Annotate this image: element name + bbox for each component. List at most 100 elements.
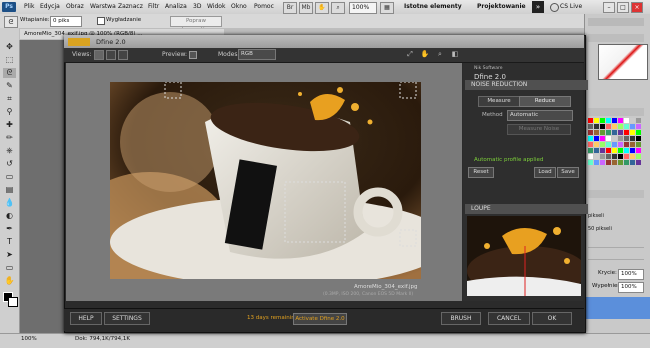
- color-swatch[interactable]: [624, 118, 629, 123]
- color-swatch[interactable]: [618, 136, 623, 141]
- color-swatch[interactable]: [636, 136, 641, 141]
- color-swatch[interactable]: [588, 130, 593, 135]
- workspace-more-button[interactable]: »: [532, 1, 544, 13]
- reset-button[interactable]: Reset: [468, 167, 494, 178]
- color-swatch[interactable]: [630, 130, 635, 135]
- color-swatch[interactable]: [636, 124, 641, 129]
- color-swatch[interactable]: [630, 124, 635, 129]
- preview-photo[interactable]: [110, 82, 421, 279]
- color-swatch[interactable]: [624, 124, 629, 129]
- maximize-icon[interactable]: □: [617, 2, 629, 13]
- refine-edge-button[interactable]: Popraw krawędź...: [170, 16, 222, 33]
- menu-layer[interactable]: Warstwa: [90, 3, 116, 10]
- load-button[interactable]: Load: [534, 167, 556, 178]
- close-icon[interactable]: ×: [631, 2, 643, 13]
- move-tool-icon[interactable]: ✥: [3, 42, 16, 52]
- type-tool-icon[interactable]: T: [3, 237, 16, 247]
- eraser-tool-icon[interactable]: ▭: [3, 172, 16, 182]
- color-swatch[interactable]: [630, 142, 635, 147]
- menu-3d[interactable]: 3D: [193, 3, 201, 10]
- color-swatch[interactable]: [612, 142, 617, 147]
- bridge-icon[interactable]: Br: [283, 2, 297, 14]
- help-button[interactable]: HELP: [70, 312, 102, 325]
- menu-help[interactable]: Pomoc: [254, 3, 274, 10]
- loupe-view[interactable]: [467, 216, 581, 296]
- color-swatch[interactable]: [618, 130, 623, 135]
- color-swatch[interactable]: [630, 154, 635, 159]
- color-swatch[interactable]: [600, 136, 605, 141]
- save-button[interactable]: Save: [557, 167, 579, 178]
- brush-button[interactable]: BRUSH: [441, 312, 481, 325]
- color-swatch[interactable]: [612, 130, 617, 135]
- selected-layer-row[interactable]: [584, 297, 650, 319]
- color-swatch[interactable]: [636, 160, 641, 165]
- color-swatch[interactable]: [588, 124, 593, 129]
- split-view-icon[interactable]: [106, 50, 116, 60]
- color-swatch[interactable]: [606, 142, 611, 147]
- modes-select[interactable]: RGB: [238, 49, 276, 60]
- path-select-tool-icon[interactable]: ➤: [3, 250, 16, 260]
- cancel-button[interactable]: CANCEL: [488, 312, 530, 325]
- lasso-preset-icon[interactable]: ᘓ: [4, 16, 18, 28]
- single-view-icon[interactable]: [94, 50, 104, 60]
- color-swatch[interactable]: [612, 136, 617, 141]
- color-swatch[interactable]: [588, 118, 593, 123]
- color-swatch[interactable]: [606, 130, 611, 135]
- color-swatch[interactable]: [606, 124, 611, 129]
- history-brush-tool-icon[interactable]: ↺: [3, 159, 16, 169]
- color-swatch[interactable]: [624, 154, 629, 159]
- menu-image[interactable]: Obraz: [66, 3, 84, 10]
- color-swatch[interactable]: [624, 160, 629, 165]
- color-swatch[interactable]: [624, 148, 629, 153]
- color-swatch[interactable]: [594, 124, 599, 129]
- side-by-side-view-icon[interactable]: [118, 50, 128, 60]
- color-swatch[interactable]: [636, 130, 641, 135]
- color-swatch[interactable]: [600, 130, 605, 135]
- color-swatch[interactable]: [600, 142, 605, 147]
- color-swatch[interactable]: [624, 130, 629, 135]
- zoom-select[interactable]: 100%: [349, 2, 377, 14]
- menu-file[interactable]: Plik: [24, 3, 34, 10]
- color-swatch[interactable]: [624, 136, 629, 141]
- color-swatch[interactable]: [588, 148, 593, 153]
- menu-select[interactable]: Zaznacz: [118, 3, 143, 10]
- color-swatch[interactable]: [630, 136, 635, 141]
- opacity-input[interactable]: 100%: [618, 269, 644, 280]
- color-swatch[interactable]: [594, 130, 599, 135]
- color-swatch[interactable]: [594, 154, 599, 159]
- settings-button[interactable]: SETTINGS: [104, 312, 150, 325]
- menu-analysis[interactable]: Analiza: [165, 3, 187, 10]
- clone-stamp-tool-icon[interactable]: ⎈: [3, 146, 16, 156]
- color-swatch[interactable]: [600, 154, 605, 159]
- arrange-icon[interactable]: ▦: [380, 2, 394, 14]
- fill-input[interactable]: 100%: [618, 282, 644, 293]
- color-swatch[interactable]: [606, 148, 611, 153]
- measure-noise-button[interactable]: Measure Noise: [507, 124, 571, 135]
- loupe-header[interactable]: LOUPE: [465, 204, 588, 214]
- eyedropper-tool-icon[interactable]: ⚲: [3, 107, 16, 117]
- color-swatch[interactable]: [606, 154, 611, 159]
- zoom-fit-icon[interactable]: ⤢: [405, 49, 415, 59]
- menu-filter[interactable]: Filtr: [148, 3, 159, 10]
- color-swatch[interactable]: [588, 154, 593, 159]
- blur-tool-icon[interactable]: 💧: [3, 198, 16, 208]
- color-swatch[interactable]: [600, 118, 605, 123]
- minibridge-icon[interactable]: Mb: [299, 2, 313, 14]
- workspace-design[interactable]: Projektowanie: [477, 3, 526, 10]
- color-swatch[interactable]: [618, 160, 623, 165]
- color-swatch[interactable]: [618, 124, 623, 129]
- color-swatch[interactable]: [624, 142, 629, 147]
- dfine-title-bar[interactable]: [64, 35, 584, 48]
- brush-tool-icon[interactable]: ✏: [3, 133, 16, 143]
- crop-tool-icon[interactable]: ⌗: [3, 94, 16, 104]
- status-zoom[interactable]: 100%: [21, 336, 37, 342]
- color-swatch[interactable]: [618, 154, 623, 159]
- color-swatch[interactable]: [588, 136, 593, 141]
- color-swatch[interactable]: [594, 160, 599, 165]
- marquee-tool-icon[interactable]: ⬚: [3, 55, 16, 65]
- color-swatch[interactable]: [618, 142, 623, 147]
- healing-tool-icon[interactable]: ✚: [3, 120, 16, 130]
- color-swatch[interactable]: [600, 160, 605, 165]
- quick-select-tool-icon[interactable]: ✎: [3, 81, 16, 91]
- menu-edit[interactable]: Edycja: [40, 3, 60, 10]
